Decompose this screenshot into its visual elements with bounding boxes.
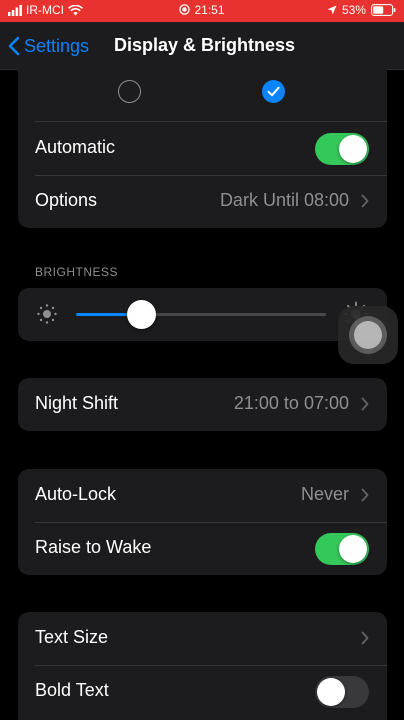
- auto-lock-row[interactable]: Auto-Lock Never: [18, 469, 387, 522]
- back-button[interactable]: Settings: [8, 32, 89, 60]
- night-shift-row[interactable]: Night Shift 21:00 to 07:00: [18, 378, 387, 431]
- toggle-knob: [317, 678, 345, 706]
- chevron-right-icon: [361, 397, 369, 411]
- brightness-group: [18, 288, 387, 341]
- assistive-touch-button[interactable]: [338, 306, 398, 364]
- status-bar: IR-MCI 21:51 53%: [0, 0, 404, 22]
- raise-to-wake-label: Raise to Wake: [35, 537, 152, 557]
- status-right: 53%: [327, 3, 396, 17]
- checkmark-icon: [267, 86, 280, 97]
- clock-label: 21:51: [194, 3, 225, 17]
- night-shift-group: Night Shift 21:00 to 07:00: [18, 378, 387, 431]
- automatic-label: Automatic: [35, 137, 116, 157]
- bold-text-row: Bold Text: [18, 665, 387, 718]
- page-title: Display & Brightness: [114, 35, 296, 55]
- lock-group: Auto-Lock Never Raise to Wake: [18, 469, 387, 575]
- options-value: Dark Until 08:00: [219, 190, 349, 210]
- sun-small-icon: [37, 304, 57, 324]
- chevron-right-icon: [361, 631, 369, 645]
- auto-lock-label: Auto-Lock: [35, 484, 117, 504]
- toggle-knob: [339, 535, 367, 563]
- chevron-right-icon: [361, 194, 369, 208]
- toggle-knob: [339, 135, 367, 163]
- assistive-touch-ring: [349, 316, 387, 354]
- night-shift-value: 21:00 to 07:00: [233, 393, 349, 413]
- text-size-row[interactable]: Text Size: [18, 612, 387, 665]
- raise-to-wake-toggle[interactable]: [315, 533, 369, 565]
- chevron-left-icon: [8, 36, 20, 56]
- back-label: Settings: [24, 35, 90, 56]
- text-group: Text Size Bold Text: [18, 612, 387, 720]
- raise-to-wake-row: Raise to Wake: [18, 522, 387, 575]
- battery-icon: [371, 4, 396, 16]
- dark-mode-radio[interactable]: [262, 80, 285, 103]
- appearance-group: Automatic Options Dark Until 08:00: [18, 58, 387, 228]
- battery-percent: 53%: [341, 3, 366, 17]
- chevron-right-icon: [361, 488, 369, 502]
- light-mode-radio[interactable]: [118, 80, 141, 103]
- brightness-slider-thumb[interactable]: [126, 300, 156, 329]
- assistive-touch-core: [354, 321, 382, 349]
- brightness-slider[interactable]: [76, 313, 326, 316]
- auto-lock-value: Never: [300, 484, 349, 504]
- text-size-label: Text Size: [35, 627, 109, 647]
- appearance-selector-row: [18, 66, 387, 121]
- automatic-row: Automatic: [18, 122, 387, 175]
- bold-text-toggle[interactable]: [315, 676, 369, 708]
- night-shift-label: Night Shift: [35, 393, 119, 413]
- location-arrow-icon: [327, 5, 337, 15]
- screen-recording-icon: [179, 4, 191, 15]
- bold-text-label: Bold Text: [35, 680, 109, 700]
- options-row[interactable]: Options Dark Until 08:00: [18, 175, 387, 228]
- automatic-toggle[interactable]: [315, 133, 369, 165]
- brightness-header: BRIGHTNESS: [35, 265, 119, 279]
- options-label: Options: [35, 190, 98, 210]
